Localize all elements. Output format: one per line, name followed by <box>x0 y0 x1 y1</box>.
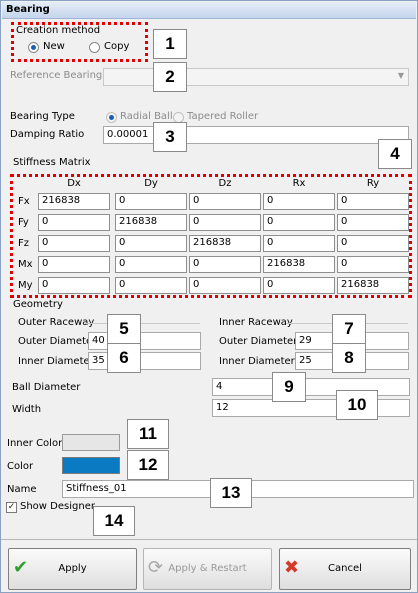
width-label: Width <box>12 404 42 415</box>
inner-raceway-label: Inner Raceway <box>219 317 293 328</box>
outer-raceway-inner-diameter-input[interactable]: 35 <box>88 352 201 370</box>
stiffness-matrix-label: Stiffness Matrix <box>13 157 91 168</box>
callout-12: 12 <box>127 450 169 480</box>
highlight-creation <box>11 22 148 62</box>
inner-color-label: Inner Color <box>7 438 63 449</box>
apply-restart-button[interactable]: ⟳ Apply & Restart <box>143 548 272 590</box>
callout-3: 3 <box>153 122 187 152</box>
outer-raceway-divider <box>85 323 200 324</box>
dialog-title: Bearing <box>2 2 416 19</box>
chevron-down-icon: ▼ <box>397 71 404 80</box>
outer-raceway-inner-diameter-label: Inner Diameter <box>18 356 94 367</box>
apply-button-label: Apply <box>58 563 87 574</box>
cancel-button[interactable]: ✖ Cancel <box>279 548 411 590</box>
callout-13: 13 <box>210 478 252 508</box>
damping-ratio-label: Damping Ratio <box>10 129 85 140</box>
color-label: Color <box>7 461 34 472</box>
geometry-label: Geometry <box>13 299 63 310</box>
reference-bearing-select[interactable]: ▼ <box>103 68 409 86</box>
apply-restart-button-label: Apply & Restart <box>168 563 247 574</box>
callout-2: 2 <box>153 62 187 92</box>
name-label: Name <box>7 484 37 495</box>
callout-11: 11 <box>127 419 169 449</box>
bearing-dialog: Bearing Creation method New Copy Referen… <box>0 0 418 593</box>
radio-radial-ball[interactable] <box>106 112 117 123</box>
callout-14: 14 <box>93 506 135 536</box>
bearing-type-label: Bearing Type <box>10 111 75 122</box>
color-swatch[interactable] <box>62 457 120 474</box>
ball-diameter-label: Ball Diameter <box>12 382 81 393</box>
callout-7: 7 <box>332 314 366 344</box>
callout-10: 10 <box>336 390 378 420</box>
outer-raceway-outer-diameter-input[interactable]: 40 <box>88 332 201 350</box>
reference-bearing-label: Reference Bearing <box>10 70 103 81</box>
width-input[interactable]: 12 <box>212 399 410 417</box>
show-designer-label[interactable]: Show Designer <box>20 501 95 512</box>
callout-4: 4 <box>378 139 412 169</box>
callout-1: 1 <box>153 29 187 59</box>
ball-diameter-input[interactable]: 4 <box>212 378 410 396</box>
show-designer-checkbox[interactable]: ✓ <box>6 502 17 513</box>
cancel-button-label: Cancel <box>328 563 362 574</box>
radio-tapered-roller-label[interactable]: Tapered Roller <box>187 111 258 122</box>
apply-button[interactable]: ✔ Apply <box>8 548 137 590</box>
radio-radial-ball-label[interactable]: Radial Ball <box>120 111 173 122</box>
callout-5: 5 <box>107 314 141 344</box>
inner-raceway-inner-diameter-label: Inner Diameter <box>219 356 295 367</box>
damping-ratio-input[interactable]: 0.00001 <box>103 126 409 144</box>
callout-8: 8 <box>332 343 366 373</box>
outer-raceway-outer-diameter-label: Outer Diameter <box>18 336 97 347</box>
bottom-divider <box>1 539 417 540</box>
callout-9: 9 <box>272 372 306 402</box>
highlight-stiffness-matrix <box>10 174 412 298</box>
inner-raceway-outer-diameter-label: Outer Diameter <box>219 336 298 347</box>
inner-color-swatch[interactable] <box>62 434 120 451</box>
callout-6: 6 <box>107 343 141 373</box>
outer-raceway-label: Outer Raceway <box>18 317 95 328</box>
